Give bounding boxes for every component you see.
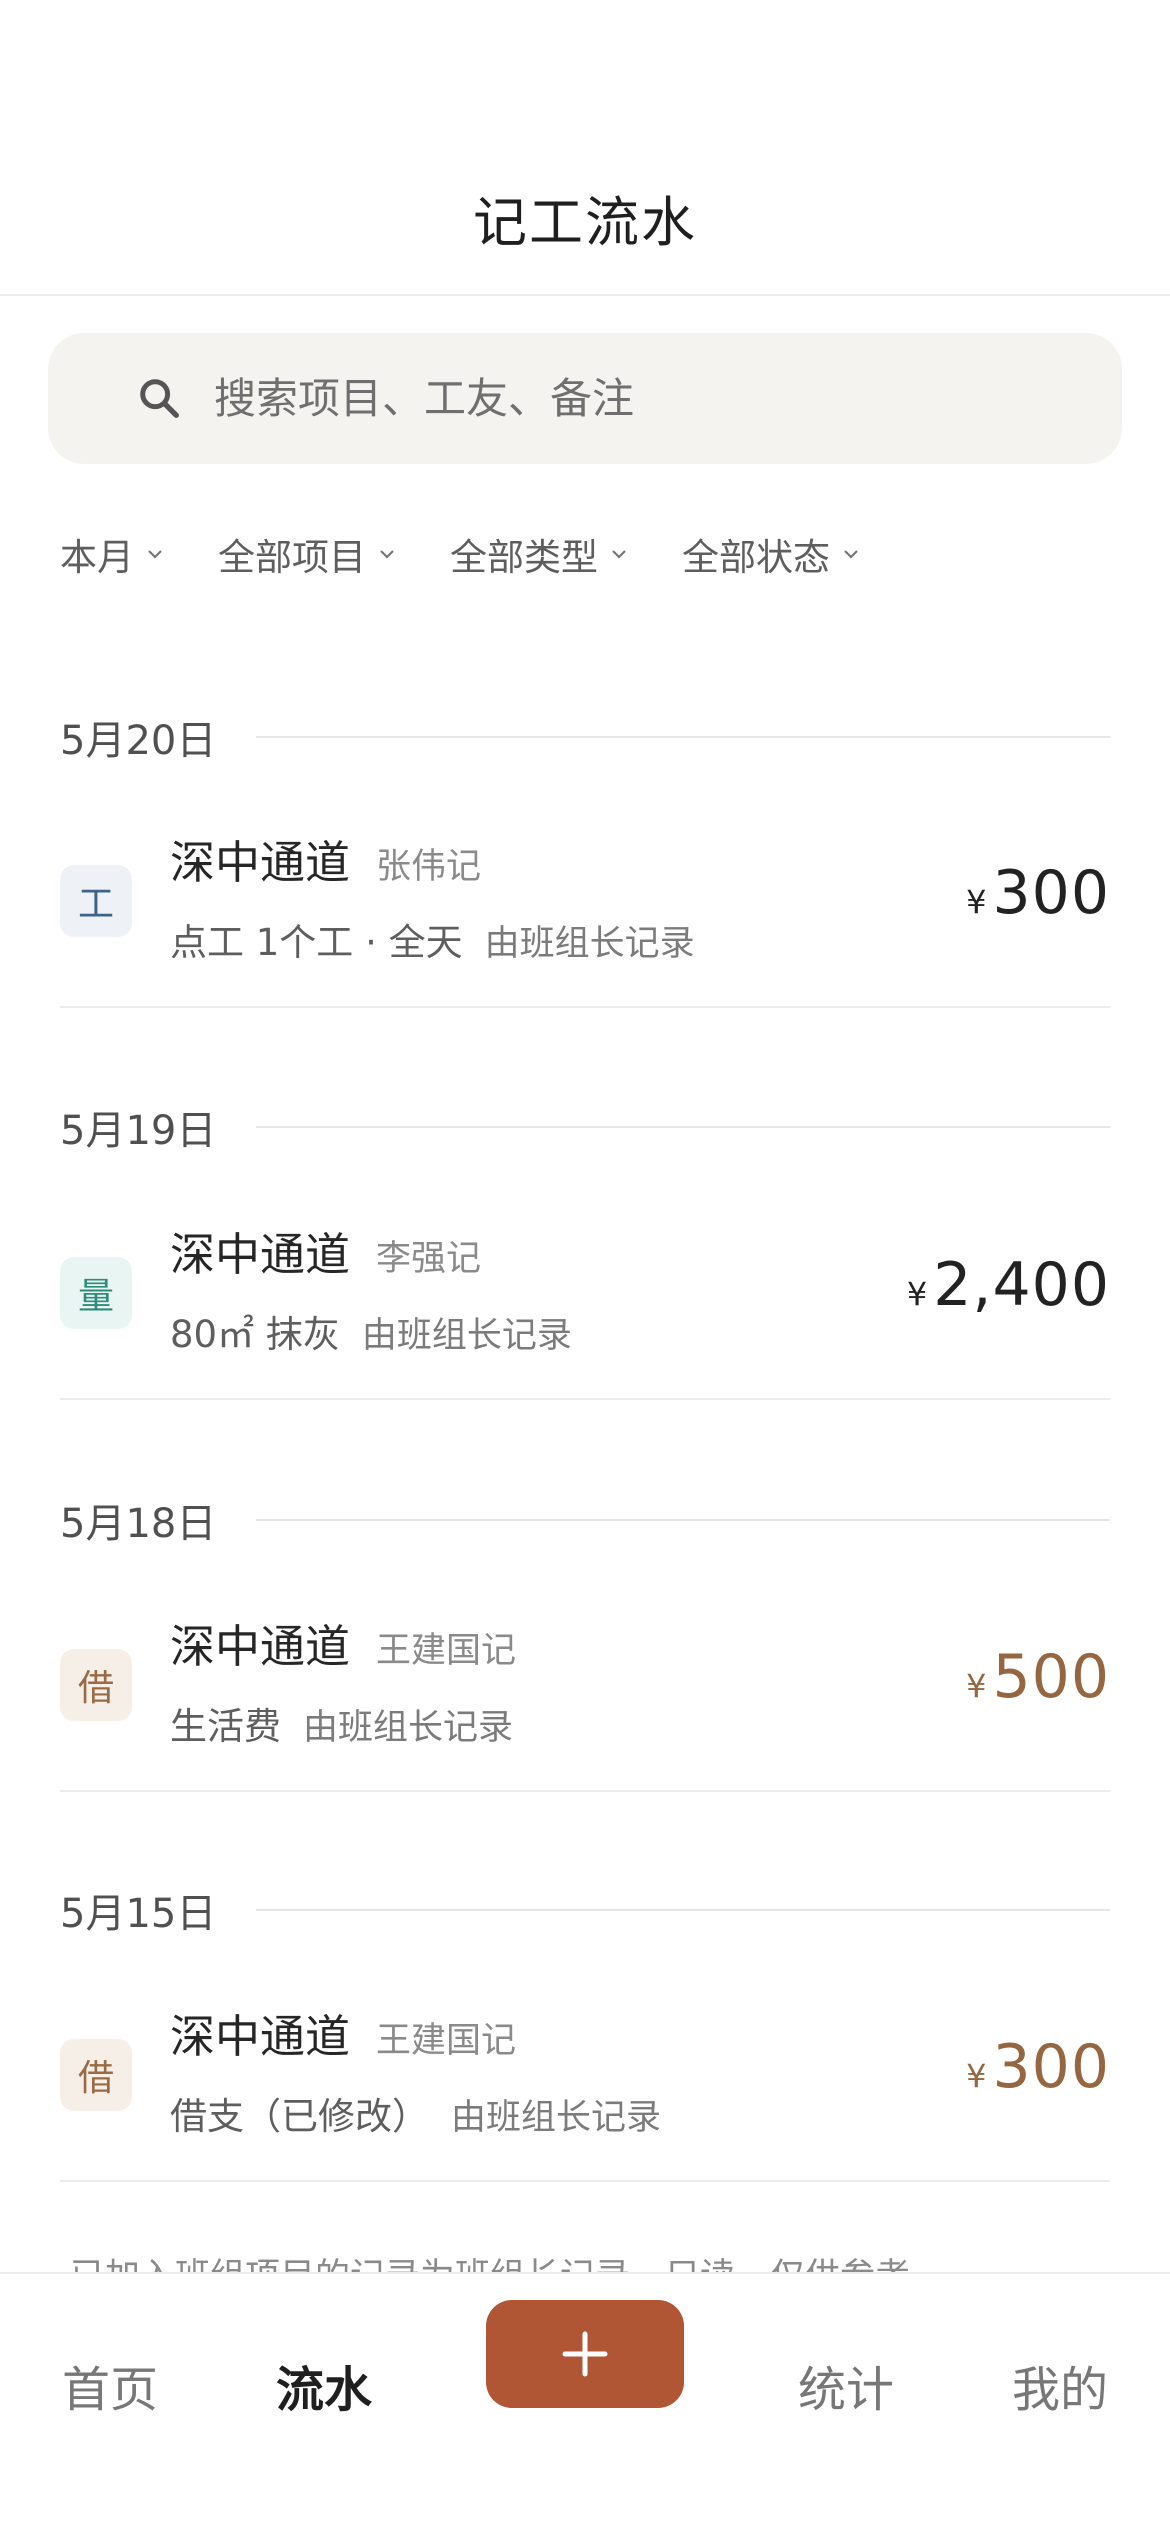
record-source: 由班组长记录 bbox=[484, 924, 695, 964]
list-item[interactable]: 量 深中通道 李强记 80㎡ 抹灰 由班组长记录 ¥ 2,400 bbox=[60, 1200, 1110, 1400]
tab-mine[interactable]: 我的 bbox=[1012, 2350, 1108, 2420]
filter-label: 全部类型 bbox=[450, 536, 598, 579]
filter-project[interactable]: 全部项目 bbox=[218, 527, 396, 581]
record-type-tag: 借 bbox=[60, 1649, 132, 1721]
record-description: 80㎡ 抹灰 bbox=[170, 1313, 340, 1356]
add-record-button[interactable] bbox=[486, 2300, 684, 2408]
currency-symbol: ¥ bbox=[966, 2057, 987, 2095]
currency-symbol: ¥ bbox=[906, 1275, 928, 1313]
date-header: 5月20日 bbox=[60, 707, 1110, 767]
tab-stats[interactable]: 统计 bbox=[798, 2350, 894, 2420]
amount-value: 300 bbox=[992, 858, 1110, 928]
search-input[interactable] bbox=[214, 333, 1074, 464]
date-header: 5月15日 bbox=[60, 1880, 1110, 1940]
record-type-tag: 借 bbox=[60, 2039, 132, 2111]
tab-ledger[interactable]: 流水 bbox=[276, 2350, 372, 2420]
chevron-down-icon bbox=[148, 550, 162, 559]
record-source: 由班组长记录 bbox=[451, 2098, 662, 2138]
bottom-tab-bar: 首页 流水 统计 我的 bbox=[0, 2272, 1170, 2532]
filter-type[interactable]: 全部类型 bbox=[450, 527, 628, 581]
filter-label: 全部项目 bbox=[218, 536, 366, 579]
record-source: 由班组长记录 bbox=[361, 1316, 572, 1356]
currency-symbol: ¥ bbox=[966, 883, 987, 921]
record-recorder: 王建国记 bbox=[376, 2021, 517, 2061]
record-project: 深中通道 bbox=[170, 836, 351, 889]
chevron-down-icon bbox=[380, 550, 394, 559]
record-amount: ¥ 2,400 bbox=[907, 1250, 1110, 1320]
page-title: 记工流水 bbox=[473, 191, 697, 254]
date-label: 5月18日 bbox=[60, 1501, 217, 1547]
divider bbox=[256, 736, 1110, 738]
divider bbox=[256, 1519, 1110, 1521]
amount-value: 500 bbox=[992, 1642, 1110, 1712]
divider bbox=[256, 1909, 1110, 1911]
list-item[interactable]: 工 深中通道 张伟记 点工 1个工 · 全天 由班组长记录 ¥ 300 bbox=[60, 808, 1110, 1008]
amount-value: 2,400 bbox=[933, 1250, 1110, 1320]
date-header: 5月19日 bbox=[60, 1097, 1110, 1157]
date-label: 5月15日 bbox=[60, 1891, 217, 1937]
record-amount: ¥ 300 bbox=[966, 858, 1110, 928]
search-icon bbox=[140, 379, 179, 418]
search-bar[interactable] bbox=[48, 333, 1122, 464]
filter-bar: 本月 全部项目 全部类型 全部状态 bbox=[60, 524, 914, 584]
date-header: 5月18日 bbox=[60, 1490, 1110, 1550]
record-type-tag: 量 bbox=[60, 1257, 132, 1329]
list-item[interactable]: 借 深中通道 王建国记 生活费 由班组长记录 ¥ 500 bbox=[60, 1592, 1110, 1792]
record-description: 借支（已修改） bbox=[170, 2095, 429, 2138]
chevron-down-icon bbox=[844, 550, 858, 559]
filter-label: 本月 bbox=[60, 536, 134, 579]
record-project: 深中通道 bbox=[170, 1228, 351, 1281]
record-project: 深中通道 bbox=[170, 2010, 351, 2063]
record-recorder: 张伟记 bbox=[376, 847, 482, 887]
plus-icon bbox=[562, 2331, 608, 2377]
filter-month[interactable]: 本月 bbox=[60, 527, 164, 581]
record-recorder: 李强记 bbox=[376, 1239, 482, 1279]
record-amount: ¥ 300 bbox=[966, 2032, 1110, 2102]
record-source: 由班组长记录 bbox=[303, 1708, 514, 1748]
record-recorder: 王建国记 bbox=[376, 1631, 517, 1671]
currency-symbol: ¥ bbox=[966, 1667, 987, 1705]
record-description: 生活费 bbox=[170, 1705, 281, 1748]
filter-label: 全部状态 bbox=[682, 536, 830, 579]
amount-value: 300 bbox=[992, 2032, 1110, 2102]
record-project: 深中通道 bbox=[170, 1620, 351, 1673]
date-label: 5月19日 bbox=[60, 1108, 217, 1154]
tab-home[interactable]: 首页 bbox=[62, 2350, 158, 2420]
list-item[interactable]: 借 深中通道 王建国记 借支（已修改） 由班组长记录 ¥ 300 bbox=[60, 1982, 1110, 2182]
divider bbox=[256, 1126, 1110, 1128]
date-label: 5月20日 bbox=[60, 718, 217, 764]
record-description: 点工 1个工 · 全天 bbox=[170, 921, 463, 964]
record-amount: ¥ 500 bbox=[966, 1642, 1110, 1712]
page-header: 记工流水 bbox=[0, 0, 1170, 296]
record-type-tag: 工 bbox=[60, 865, 132, 937]
filter-status[interactable]: 全部状态 bbox=[682, 527, 860, 581]
chevron-down-icon bbox=[612, 550, 626, 559]
